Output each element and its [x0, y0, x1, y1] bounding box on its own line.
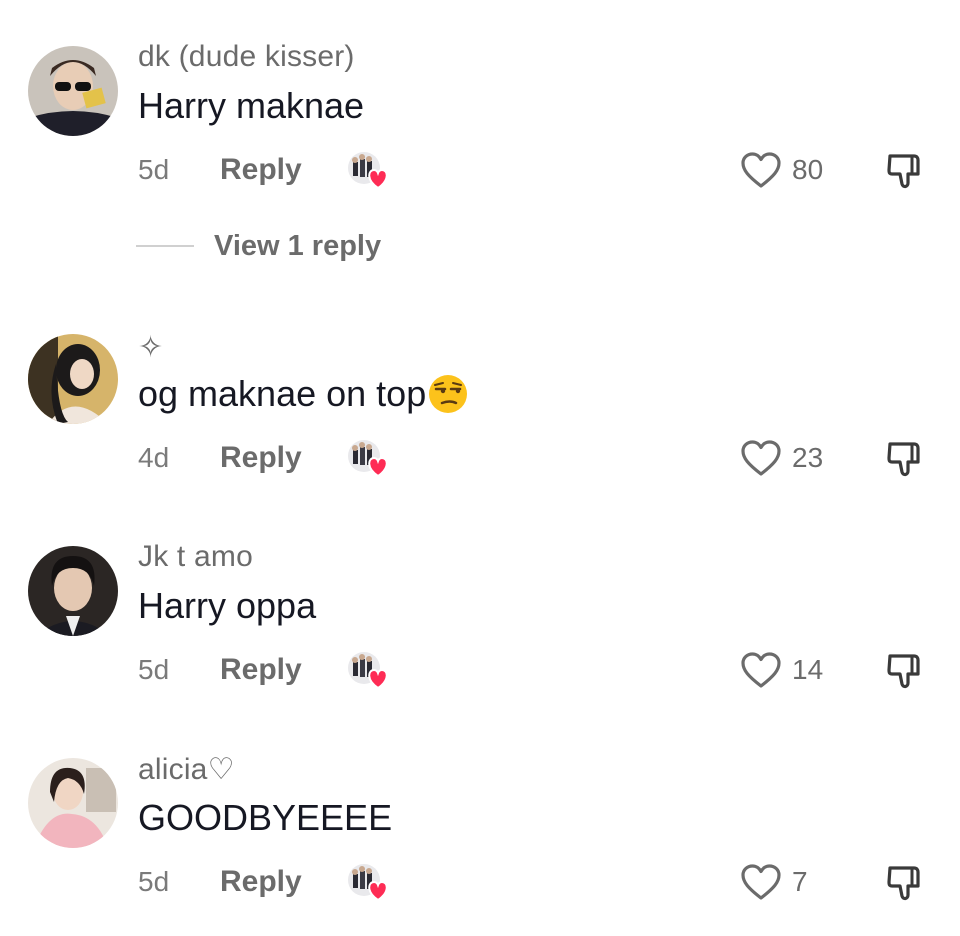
username[interactable]: dk (dude kisser)	[138, 40, 355, 74]
comment-text-content: Harry oppa	[138, 585, 317, 626]
like-count: 14	[792, 654, 824, 685]
heart-outline-icon	[741, 652, 781, 688]
reply-button[interactable]: Reply	[220, 153, 344, 187]
comment-time: 5d	[138, 154, 170, 185]
avatar[interactable]	[28, 758, 118, 848]
thumbs-down-icon[interactable]	[884, 650, 926, 692]
like-button[interactable]: 14	[740, 650, 823, 690]
comment-text-content: Harry maknae	[138, 85, 365, 126]
comment-text-content: og maknae on top	[138, 373, 427, 414]
reply-button[interactable]: Reply	[220, 441, 344, 475]
creator-liked-heart-icon	[344, 150, 392, 190]
like-count: 7	[792, 866, 808, 897]
like-button[interactable]: 23	[740, 438, 823, 478]
comment-text-content: GOODBYEEEE	[138, 797, 393, 838]
comment-meta: 5d Reply	[138, 862, 392, 902]
comment-meta: 5d Reply	[138, 650, 392, 690]
unamused-face-icon	[428, 374, 468, 414]
comment-time: 5d	[138, 654, 170, 685]
reply-button[interactable]: Reply	[220, 865, 344, 899]
creator-liked-heart-icon	[344, 862, 392, 902]
thumbs-down-icon[interactable]	[884, 150, 926, 192]
view-replies-button[interactable]: View 1 reply	[136, 228, 381, 264]
like-button[interactable]: 80	[740, 150, 823, 190]
view-replies-label: View 1 reply	[214, 229, 382, 262]
thumbs-down-icon[interactable]	[884, 862, 926, 904]
comment-text: og maknae on top	[138, 372, 468, 416]
comment-meta: 5d Reply	[138, 150, 392, 190]
avatar[interactable]	[28, 46, 118, 136]
comment-text: Harry oppa	[138, 584, 316, 628]
heart-outline-icon	[741, 440, 781, 476]
like-count: 23	[792, 442, 824, 473]
comment-time: 5d	[138, 866, 170, 897]
thumbs-down-icon[interactable]	[884, 438, 926, 480]
creator-liked-heart-icon	[344, 438, 392, 478]
username[interactable]: alicia♡	[138, 752, 235, 787]
comment-time: 4d	[138, 442, 170, 473]
username[interactable]: ✧	[138, 330, 163, 365]
comment-text: GOODBYEEEE	[138, 796, 392, 840]
like-count: 80	[792, 154, 824, 185]
divider	[136, 245, 194, 247]
username[interactable]: Jk t amo	[138, 540, 253, 574]
avatar[interactable]	[28, 546, 118, 636]
heart-outline-icon	[741, 864, 781, 900]
like-button[interactable]: 7	[740, 862, 808, 902]
comment-meta: 4d Reply	[138, 438, 392, 478]
creator-liked-heart-icon	[344, 650, 392, 690]
comment-text: Harry maknae	[138, 84, 364, 128]
reply-button[interactable]: Reply	[220, 653, 344, 687]
heart-outline-icon	[741, 152, 781, 188]
avatar[interactable]	[28, 334, 118, 424]
